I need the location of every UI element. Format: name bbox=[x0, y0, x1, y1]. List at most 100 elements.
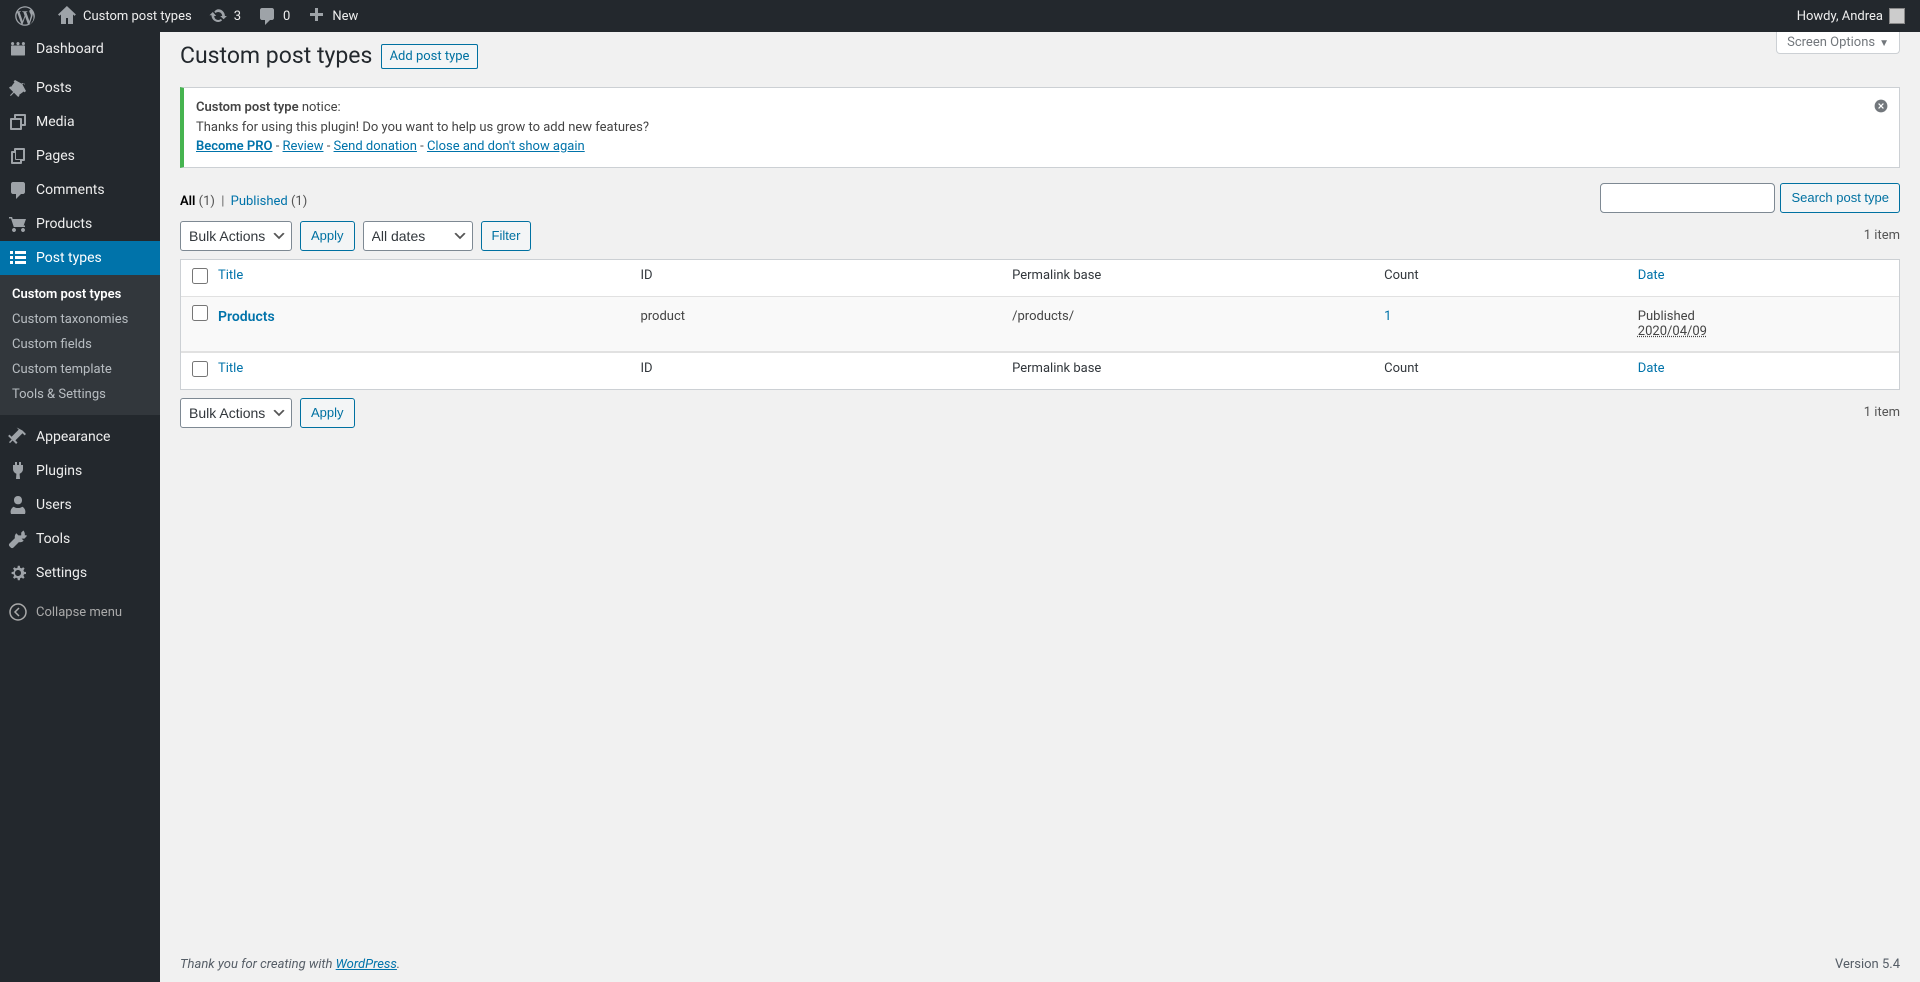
filter-all[interactable]: All bbox=[180, 194, 195, 209]
tablenav-bottom: Bulk Actions Apply 1 item bbox=[180, 398, 1900, 428]
post-types-icon bbox=[8, 248, 28, 268]
settings-icon bbox=[8, 563, 28, 583]
filter-button[interactable]: Filter bbox=[481, 221, 532, 251]
notice-link-pro[interactable]: Become PRO bbox=[196, 139, 272, 154]
menu-tools-label: Tools bbox=[36, 531, 70, 547]
collapse-menu-label: Collapse menu bbox=[36, 605, 122, 620]
updates[interactable]: 3 bbox=[200, 0, 249, 32]
row-title[interactable]: Products bbox=[218, 309, 275, 325]
menu-tools[interactable]: Tools bbox=[0, 522, 160, 556]
menu-plugins[interactable]: Plugins bbox=[0, 454, 160, 488]
search-button[interactable]: Search post type bbox=[1780, 183, 1900, 213]
admin-bar: Custom post types 3 0 New Howdy, Andrea bbox=[0, 0, 1920, 32]
menu-comments[interactable]: Comments bbox=[0, 173, 160, 207]
menu-users-label: Users bbox=[36, 497, 72, 513]
site-name-text: Custom post types bbox=[83, 9, 192, 24]
media-icon bbox=[8, 112, 28, 132]
comment-icon bbox=[257, 6, 277, 26]
menu-media[interactable]: Media bbox=[0, 105, 160, 139]
menu-dashboard-label: Dashboard bbox=[36, 41, 104, 57]
notice: Custom post type notice: Thanks for usin… bbox=[180, 87, 1900, 168]
dashboard-icon bbox=[8, 39, 28, 59]
menu-pages-label: Pages bbox=[36, 148, 75, 164]
notice-dismiss[interactable] bbox=[1871, 96, 1891, 116]
menu-media-label: Media bbox=[36, 114, 75, 130]
pin-icon bbox=[8, 78, 28, 98]
footer: Thank you for creating with WordPress. V… bbox=[160, 947, 1920, 982]
notice-link-review[interactable]: Review bbox=[283, 139, 324, 154]
site-name[interactable]: Custom post types bbox=[49, 0, 200, 32]
bulk-actions-select-bottom[interactable]: Bulk Actions bbox=[180, 398, 292, 428]
main-content: Screen Options▼ Custom post types Add po… bbox=[160, 32, 1920, 428]
apply-button-bottom[interactable]: Apply bbox=[300, 398, 355, 428]
comments[interactable]: 0 bbox=[249, 0, 298, 32]
col-date-foot[interactable]: Date bbox=[1638, 361, 1665, 376]
menu-pages[interactable]: Pages bbox=[0, 139, 160, 173]
page-title: Custom post types bbox=[180, 42, 372, 69]
row-date-status: Published bbox=[1638, 309, 1889, 324]
tablenav-top: Bulk Actions Apply All dates Filter 1 it… bbox=[180, 221, 1900, 251]
new-label: New bbox=[332, 9, 358, 24]
footer-wordpress-link[interactable]: WordPress bbox=[336, 957, 397, 972]
appearance-icon bbox=[8, 427, 28, 447]
col-date[interactable]: Date bbox=[1638, 268, 1665, 283]
notice-suffix: notice: bbox=[299, 100, 341, 115]
post-types-table: Title ID Permalink base Count Date Produ… bbox=[180, 259, 1900, 390]
menu-settings[interactable]: Settings bbox=[0, 556, 160, 590]
submenu-post-types: Custom post types Custom taxonomies Cust… bbox=[0, 275, 160, 415]
search-box: Search post type bbox=[1600, 183, 1900, 213]
cart-icon bbox=[8, 214, 28, 234]
select-all-bottom[interactable] bbox=[192, 361, 208, 377]
col-permalink: Permalink base bbox=[1002, 260, 1374, 297]
close-icon bbox=[1873, 98, 1889, 114]
plus-icon bbox=[306, 6, 326, 26]
menu-products[interactable]: Products bbox=[0, 207, 160, 241]
view-filters: All (1) | Published (1) bbox=[180, 194, 307, 209]
menu-settings-label: Settings bbox=[36, 565, 87, 581]
collapse-menu[interactable]: Collapse menu bbox=[0, 595, 160, 629]
col-title[interactable]: Title bbox=[218, 268, 243, 283]
filter-published-count: (1) bbox=[291, 194, 307, 209]
bulk-actions-select-top[interactable]: Bulk Actions bbox=[180, 221, 292, 251]
menu-posts[interactable]: Posts bbox=[0, 71, 160, 105]
apply-button-top[interactable]: Apply bbox=[300, 221, 355, 251]
submenu-tools-settings[interactable]: Tools & Settings bbox=[0, 382, 160, 407]
menu-post-types[interactable]: Post types bbox=[0, 241, 160, 275]
screen-options-toggle[interactable]: Screen Options▼ bbox=[1776, 32, 1900, 54]
submenu-custom-template[interactable]: Custom template bbox=[0, 357, 160, 382]
select-all-top[interactable] bbox=[192, 268, 208, 284]
my-account[interactable]: Howdy, Andrea bbox=[1789, 0, 1913, 32]
new-content[interactable]: New bbox=[298, 0, 366, 32]
notice-strong: Custom post type bbox=[196, 100, 299, 115]
filter-published[interactable]: Published bbox=[231, 194, 288, 209]
col-id: ID bbox=[630, 260, 1002, 297]
row-select[interactable] bbox=[192, 305, 208, 321]
add-post-type-button[interactable]: Add post type bbox=[381, 44, 479, 69]
footer-text: Thank you for creating with bbox=[180, 957, 336, 972]
notice-body: Thanks for using this plugin! Do you wan… bbox=[196, 118, 1887, 138]
wordpress-logo[interactable] bbox=[7, 0, 49, 32]
submenu-custom-taxonomies[interactable]: Custom taxonomies bbox=[0, 307, 160, 332]
submenu-custom-post-types[interactable]: Custom post types bbox=[0, 282, 160, 307]
comments-count: 0 bbox=[283, 9, 290, 24]
menu-post-types-label: Post types bbox=[36, 250, 102, 266]
menu-dashboard[interactable]: Dashboard bbox=[0, 32, 160, 66]
menu-users[interactable]: Users bbox=[0, 488, 160, 522]
search-input[interactable] bbox=[1600, 183, 1775, 213]
collapse-icon bbox=[8, 602, 28, 622]
users-icon bbox=[8, 495, 28, 515]
date-filter-select[interactable]: All dates bbox=[363, 221, 473, 251]
menu-appearance[interactable]: Appearance bbox=[0, 420, 160, 454]
chevron-down-icon: ▼ bbox=[1879, 38, 1889, 49]
row-count[interactable]: 1 bbox=[1384, 309, 1391, 324]
item-count-bottom: 1 item bbox=[1864, 405, 1900, 420]
home-icon bbox=[57, 6, 77, 26]
notice-link-close[interactable]: Close and don't show again bbox=[427, 139, 585, 154]
row-permalink: /products/ bbox=[1002, 297, 1374, 352]
submenu-custom-fields[interactable]: Custom fields bbox=[0, 332, 160, 357]
menu-posts-label: Posts bbox=[36, 80, 72, 96]
menu-comments-label: Comments bbox=[36, 182, 105, 198]
col-title-foot[interactable]: Title bbox=[218, 361, 243, 376]
updates-count: 3 bbox=[234, 9, 241, 24]
notice-link-donate[interactable]: Send donation bbox=[334, 139, 417, 154]
